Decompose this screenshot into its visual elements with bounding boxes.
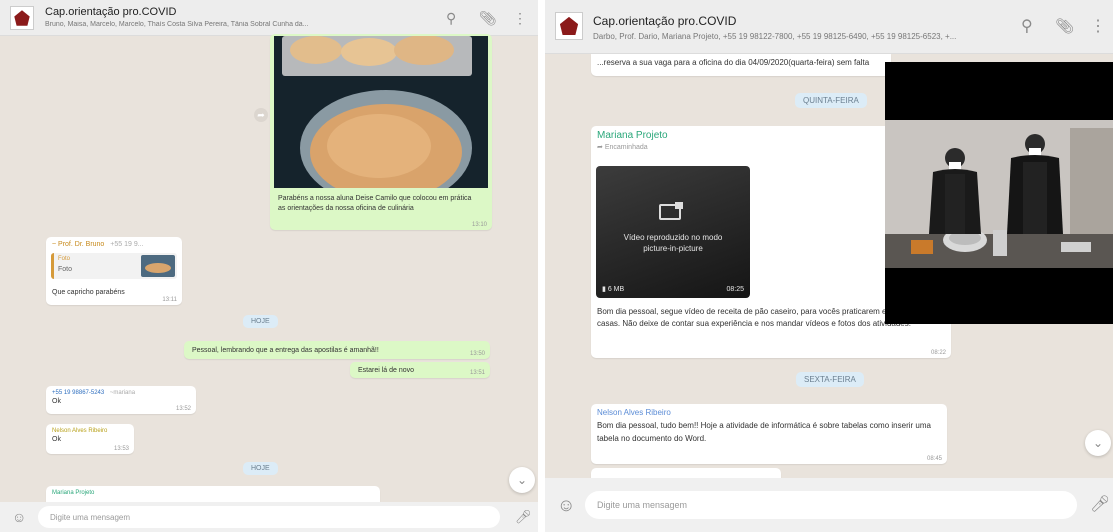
- forward-icon: ➦: [597, 144, 603, 151]
- quoted-label: Foto: [58, 256, 71, 262]
- message-text: ...reserva a sua vaga para a oficina do …: [597, 58, 870, 67]
- message-time: 13:52: [175, 406, 191, 412]
- quoted-message[interactable]: Foto Foto: [51, 253, 177, 279]
- group-logo-icon: [559, 16, 579, 36]
- sender-name: Nelson Alves Ribeiro: [52, 428, 108, 434]
- sender-phone: +55 19 9...: [110, 241, 144, 248]
- video-duration: 08:25: [726, 286, 744, 293]
- chevron-down-icon: ⌄: [1092, 436, 1104, 450]
- quoted-text: Foto: [58, 266, 73, 273]
- message-time: 13:11: [162, 297, 177, 303]
- incoming-message[interactable]: ...reserva a sua vaga para a oficina do …: [591, 54, 891, 76]
- search-icon[interactable]: ⚲: [1021, 19, 1033, 35]
- scroll-down-button[interactable]: ⌄: [509, 467, 535, 493]
- mic-icon[interactable]: 🎤︎: [515, 510, 532, 523]
- chat-title: Cap.orientação pro.COVID: [45, 6, 177, 18]
- reply-message[interactable]: ~ Prof. Dr. Bruno +55 19 9... Foto Foto …: [46, 237, 182, 305]
- outgoing-message[interactable]: Estarei lá de novo 13:51: [350, 362, 490, 378]
- chevron-down-icon: ⌄: [516, 473, 528, 487]
- date-separator: HOJE: [243, 462, 278, 475]
- left-chat-window: Cap.orientação pro.COVID Bruno, Maisa, M…: [0, 0, 538, 532]
- message-text: Ok: [52, 436, 61, 443]
- sender-name: ~ Prof. Dr. Bruno: [52, 241, 105, 248]
- pip-video-player[interactable]: [885, 62, 1113, 324]
- group-logo-icon: [14, 10, 30, 26]
- video-thumbnail[interactable]: Vídeo reproduzido no modo picture-in-pic…: [596, 166, 750, 298]
- message-composer: ☺ Digite uma mensagem 🎤︎: [0, 502, 538, 532]
- sender-name: Nelson Alves Ribeiro: [597, 408, 671, 417]
- message-input[interactable]: Digite uma mensagem: [38, 506, 500, 528]
- video-overlay-text: Vídeo reproduzido no modo picture-in-pic…: [623, 233, 723, 253]
- group-avatar[interactable]: [555, 12, 583, 40]
- incoming-message[interactable]: Nelson Alves Ribeiro Bom dia pessoal, tu…: [591, 404, 947, 464]
- date-separator: HOJE: [243, 315, 278, 328]
- emoji-icon[interactable]: ☺: [557, 496, 575, 514]
- chat-header[interactable]: Cap.orientação pro.COVID Bruno, Maisa, M…: [0, 0, 538, 36]
- message-text: Bom dia pessoal, tudo bem!! Hoje a ativi…: [597, 421, 931, 443]
- date-separator: QUINTA-FEIRA: [795, 93, 867, 108]
- message-time: 08:22: [930, 350, 946, 356]
- scroll-down-button[interactable]: ⌄: [1085, 430, 1111, 456]
- emoji-icon[interactable]: ☺: [12, 510, 26, 524]
- date-separator: SEXTA-FEIRA: [796, 372, 864, 387]
- sender-phone: +55 19 98867-5243: [52, 390, 105, 396]
- sender-tag: ~mariana: [109, 390, 136, 396]
- bread-photo[interactable]: [274, 36, 488, 188]
- forwarded-text: Encaminhada: [604, 144, 648, 151]
- chat-title: Cap.orientação pro.COVID: [593, 14, 737, 28]
- pip-video-frame: [885, 62, 1113, 324]
- message-text: Pessoal, lembrando que a entrega das apo…: [192, 347, 379, 354]
- forward-icon[interactable]: ➦: [254, 108, 268, 122]
- bread-image: [274, 36, 488, 188]
- pip-mode-icon: [659, 202, 683, 220]
- attach-icon[interactable]: 📎︎: [479, 11, 497, 25]
- menu-icon[interactable]: ⋮: [1090, 19, 1106, 35]
- chat-participants: Bruno, Maisa, Marcelo, Marcelo, Thaís Co…: [45, 21, 309, 28]
- message-text: Ok: [52, 398, 61, 405]
- chat-header[interactable]: Cap.orientação pro.COVID Darbo, Prof. Da…: [545, 0, 1113, 54]
- message-text: Estarei lá de novo: [358, 367, 415, 374]
- attach-icon[interactable]: 📎︎: [1055, 19, 1074, 34]
- group-avatar[interactable]: [10, 6, 34, 30]
- message-time: 08:45: [926, 456, 942, 462]
- quoted-thumbnail: [141, 255, 175, 277]
- photo-caption: Parabéns a nossa aluna Deise Camilo que …: [278, 195, 472, 212]
- message-composer: ☺ Digite uma mensagem 🎤︎: [545, 478, 1113, 532]
- message-time: 13:50: [469, 351, 485, 357]
- chat-participants: Darbo, Prof. Dario, Mariana Projeto, +55…: [593, 32, 957, 41]
- message-time: 13:53: [113, 446, 129, 452]
- message-time: 13:10: [471, 222, 487, 228]
- sender-name: Mariana Projeto: [52, 490, 95, 496]
- menu-icon[interactable]: ⋮: [513, 11, 527, 25]
- photo-message[interactable]: Parabéns a nossa aluna Deise Camilo que …: [270, 34, 492, 230]
- message-input[interactable]: Digite uma mensagem: [585, 491, 1077, 519]
- outgoing-message[interactable]: Pessoal, lembrando que a entrega das apo…: [184, 341, 490, 359]
- incoming-message[interactable]: +55 19 98867-5243 ~mariana Ok 13:52: [46, 386, 196, 414]
- search-icon[interactable]: ⚲: [446, 11, 456, 25]
- reply-text: Que capricho parabéns: [52, 289, 125, 296]
- message-time: 13:51: [469, 370, 485, 376]
- window-divider: [538, 0, 545, 532]
- camera-icon: ▮: [602, 286, 606, 293]
- video-size: ▮ 6 MB: [602, 286, 625, 293]
- incoming-message[interactable]: Nelson Alves Ribeiro Ok 13:53: [46, 424, 134, 454]
- right-chat-window: Cap.orientação pro.COVID Darbo, Prof. Da…: [545, 0, 1113, 532]
- mic-icon[interactable]: 🎤︎: [1090, 497, 1110, 513]
